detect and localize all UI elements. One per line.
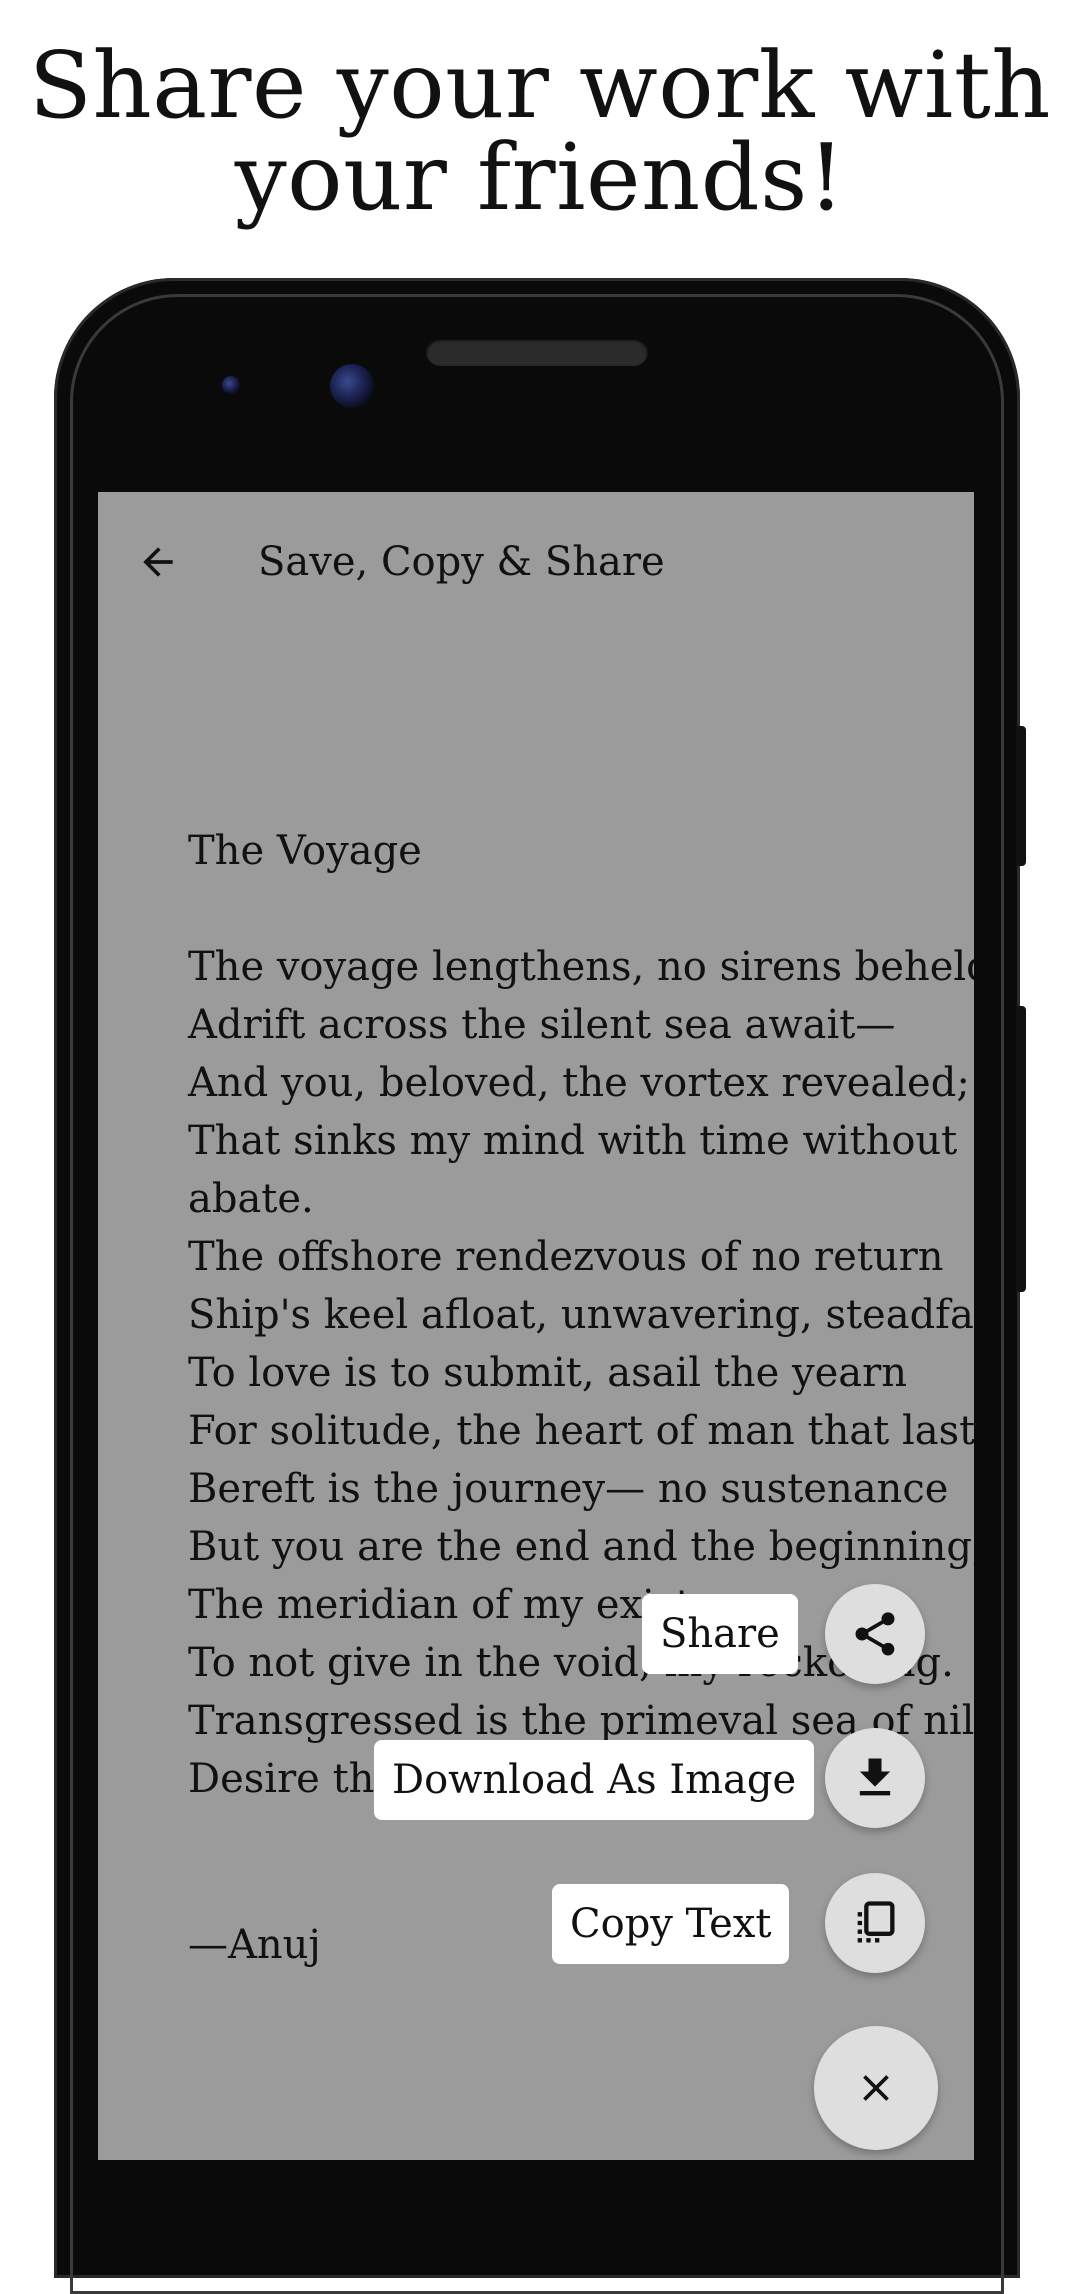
headline-line-1: Share your work with	[28, 32, 1052, 139]
download-button[interactable]	[825, 1728, 925, 1828]
poem-line: The offshore rendezvous of no return	[188, 1234, 944, 1280]
poem-line: That sinks my mind with time without	[188, 1118, 958, 1164]
copy-text-label[interactable]: Copy Text	[552, 1884, 790, 1964]
share-icon	[855, 1612, 895, 1656]
front-sensor	[222, 376, 240, 394]
poem-line: Bereft is the journey— no sustenance	[188, 1466, 949, 1512]
power-button	[1016, 726, 1026, 866]
earpiece-speaker	[426, 338, 648, 366]
poem-line: The meridian of my existen	[188, 1582, 741, 1628]
promo-headline: Share your work with your friends!	[0, 40, 1080, 224]
arrow-left-icon	[143, 547, 173, 577]
poem-line: abate.	[188, 1176, 314, 1222]
poem-author: —Anuj	[188, 1922, 321, 1968]
poem-line: The voyage lengthens, no sirens beheld	[188, 944, 974, 990]
copy-text-button[interactable]	[825, 1873, 925, 1973]
close-menu-button[interactable]	[814, 2026, 938, 2150]
app-bar: Save, Copy & Share	[98, 492, 974, 622]
poem-text: The Voyage The voyage lengthens, no sire…	[188, 822, 974, 1808]
poem-line: To love is to submit, asail the yearn	[188, 1350, 908, 1396]
close-icon	[863, 2075, 889, 2101]
poem-title: The Voyage	[188, 828, 422, 874]
volume-button	[1016, 1006, 1026, 1292]
headline-line-2: your friends!	[234, 124, 846, 231]
front-camera	[330, 364, 374, 408]
download-icon	[859, 1758, 891, 1796]
download-label[interactable]: Download As Image	[374, 1740, 815, 1820]
share-button[interactable]	[825, 1584, 925, 1684]
poem-line: For solitude, the heart of man that last…	[188, 1408, 974, 1454]
share-label[interactable]: Share	[642, 1594, 798, 1674]
poem-line: To not give in the void, my reckoning.	[188, 1640, 954, 1686]
app-screen: Save, Copy & Share The Voyage The voyage…	[98, 492, 974, 2160]
screen-title: Save, Copy & Share	[258, 539, 665, 585]
back-button[interactable]	[128, 532, 188, 592]
copy-icon	[857, 1901, 895, 1943]
poem-line: But you are the end and the beginning,	[188, 1524, 974, 1570]
poem-line: Adrift across the silent sea await—	[188, 1002, 896, 1048]
poem-line: And you, beloved, the vortex revealed;	[188, 1060, 970, 1106]
poem-line: Ship's keel afloat, unwavering, steadfas…	[188, 1292, 974, 1338]
